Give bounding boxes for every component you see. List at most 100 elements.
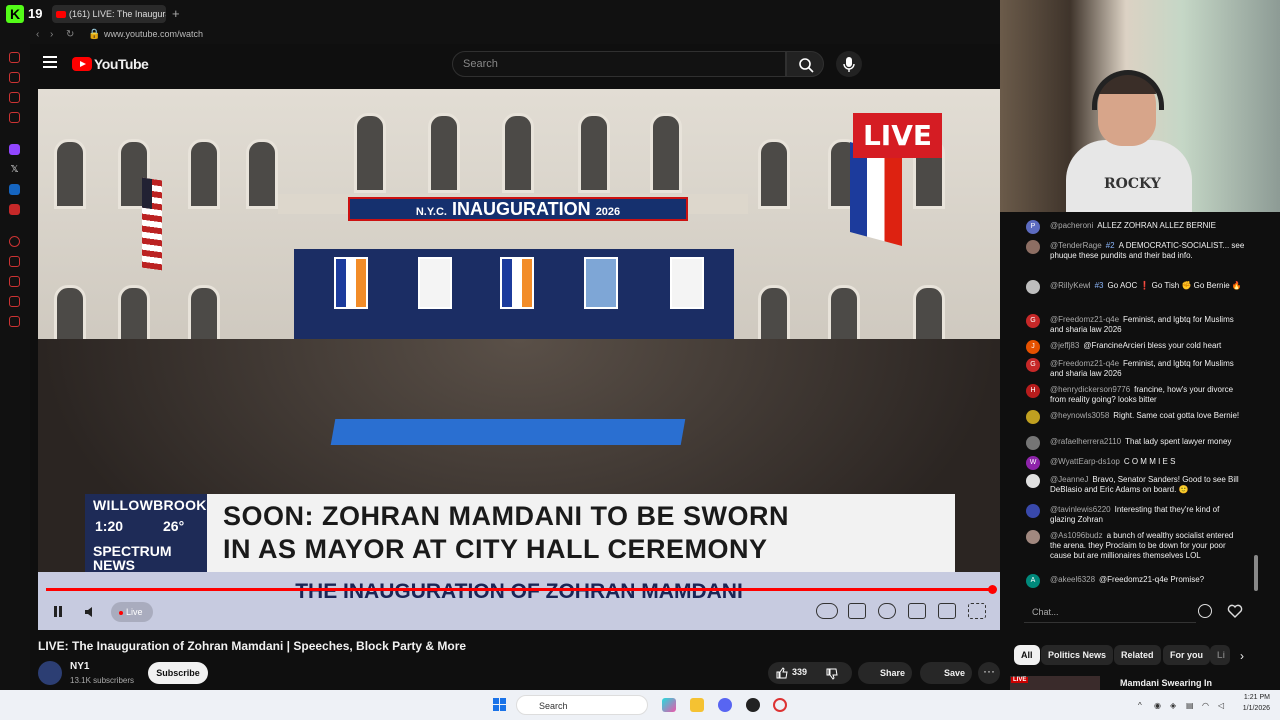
chat-avatar[interactable]: [1026, 410, 1040, 424]
emoji-icon[interactable]: [1198, 604, 1212, 618]
url-text[interactable]: www.youtube.com/watch: [104, 29, 203, 39]
new-tab-button[interactable]: +: [172, 6, 180, 21]
voice-search-button[interactable]: [836, 51, 862, 77]
tray-app-icon[interactable]: ◉: [1154, 701, 1161, 710]
clock-date[interactable]: 1/1/2026: [1236, 705, 1270, 712]
chat-username[interactable]: @akeel6328: [1050, 575, 1095, 584]
chat-avatar[interactable]: W: [1026, 456, 1040, 470]
chip-politics-news[interactable]: Politics News: [1041, 645, 1114, 665]
video-player[interactable]: N.Y.C. INAUGURATION 2026 LIVE WILLOWBROO…: [38, 89, 1000, 630]
play-icon[interactable]: [9, 236, 20, 247]
reload-icon[interactable]: ↻: [66, 29, 74, 40]
progress-scrubber[interactable]: [988, 585, 997, 594]
subscribe-button[interactable]: Subscribe: [148, 662, 208, 684]
sidebar-app-icon[interactable]: [9, 92, 20, 103]
tray-app-icon[interactable]: ◈: [1170, 701, 1176, 710]
chat-avatar[interactable]: [1026, 280, 1040, 294]
like-icon[interactable]: [776, 667, 788, 679]
sidebar-app-icon[interactable]: [9, 204, 20, 215]
forward-icon[interactable]: ›: [50, 29, 53, 40]
discord-icon[interactable]: [718, 698, 732, 712]
opera-icon[interactable]: [773, 698, 787, 712]
volume-icon[interactable]: ◁: [1218, 701, 1224, 710]
cast-button[interactable]: [938, 603, 956, 619]
chat-scrollbar[interactable]: [1254, 555, 1258, 591]
live-indicator[interactable]: Live: [111, 602, 153, 622]
browser-tab[interactable]: (161) LIVE: The Inaugurat: [52, 5, 166, 23]
copilot-icon[interactable]: [662, 698, 676, 712]
chat-username[interactable]: @pacheroni: [1050, 221, 1093, 230]
chip-live[interactable]: Li: [1210, 645, 1230, 665]
chat-username[interactable]: @Freedomz21-q4e: [1050, 359, 1119, 368]
channel-name[interactable]: NY1: [70, 661, 89, 672]
sidebar-app-icon[interactable]: [9, 184, 20, 195]
chip-all[interactable]: All: [1014, 645, 1040, 665]
sidebar-app-icon[interactable]: [9, 276, 20, 287]
progress-bar[interactable]: [46, 588, 992, 591]
tray-app-icon[interactable]: ▤: [1186, 701, 1194, 710]
chat-username[interactable]: @henrydickerson9776: [1050, 385, 1130, 394]
app-icon[interactable]: [746, 698, 760, 712]
sidebar-app-icon[interactable]: [9, 256, 20, 267]
chat-avatar[interactable]: [1026, 436, 1040, 450]
back-icon[interactable]: ‹: [36, 29, 39, 40]
chevron-right-icon[interactable]: ›: [1240, 649, 1244, 663]
recommendation-title[interactable]: Mamdani Swearing In: [1120, 678, 1212, 688]
chat-avatar[interactable]: [1026, 504, 1040, 518]
chat-avatar[interactable]: [1026, 530, 1040, 544]
twitch-icon[interactable]: [9, 144, 20, 155]
search-button[interactable]: [786, 51, 824, 77]
chat-username[interactable]: @heynowls3058: [1050, 411, 1109, 420]
save-button[interactable]: Save: [920, 662, 972, 684]
chat-input[interactable]: Chat...: [1024, 601, 1196, 623]
chat-username[interactable]: @TenderRage: [1050, 241, 1102, 250]
chat-avatar[interactable]: G: [1026, 314, 1040, 328]
chat-username[interactable]: @As1096budz: [1050, 531, 1103, 540]
chat-avatar[interactable]: A: [1026, 574, 1040, 588]
chat-username[interactable]: @RillyKewl: [1050, 281, 1091, 290]
clock-time[interactable]: 1:21 PM: [1236, 694, 1270, 701]
chat-avatar[interactable]: P: [1026, 220, 1040, 234]
taskbar-search-input[interactable]: Search: [516, 695, 648, 715]
sidebar-app-icon[interactable]: [9, 72, 20, 83]
search-input[interactable]: Search: [452, 51, 786, 77]
share-button[interactable]: Share: [858, 662, 912, 684]
chat-avatar[interactable]: G: [1026, 358, 1040, 372]
fullscreen-button[interactable]: [968, 603, 986, 619]
sidebar-app-icon[interactable]: [9, 296, 20, 307]
tray-chevron-icon[interactable]: ^: [1138, 701, 1142, 710]
chat-username[interactable]: @tavinlewis6220: [1050, 505, 1111, 514]
chat-username[interactable]: @JeanneJ: [1050, 475, 1088, 484]
kick-logo-icon[interactable]: K: [6, 5, 24, 23]
heart-icon[interactable]: [1227, 604, 1243, 618]
chat-username[interactable]: @Freedomz21-q4e: [1050, 315, 1119, 324]
chip-for-you[interactable]: For you: [1163, 645, 1210, 665]
like-count[interactable]: 339: [792, 667, 807, 677]
hamburger-menu-icon[interactable]: [43, 56, 57, 70]
dislike-icon[interactable]: [826, 668, 838, 680]
chat-avatar[interactable]: H: [1026, 384, 1040, 398]
settings-gear-icon[interactable]: [878, 603, 896, 619]
wifi-icon[interactable]: ◠: [1202, 701, 1209, 710]
windows-start-icon[interactable]: [493, 698, 507, 712]
sidebar-app-icon[interactable]: [9, 316, 20, 327]
chat-avatar[interactable]: [1026, 474, 1040, 488]
chat-username[interactable]: @rafaelherrera2110: [1050, 437, 1121, 446]
youtube-wordmark[interactable]: YouTube: [94, 56, 149, 72]
volume-button[interactable]: [80, 602, 100, 622]
chat-avatar[interactable]: [1026, 240, 1040, 254]
file-explorer-icon[interactable]: [690, 698, 704, 712]
channel-avatar[interactable]: [38, 661, 62, 685]
youtube-logo-icon[interactable]: [72, 57, 92, 71]
more-actions-button[interactable]: ···: [978, 662, 1000, 684]
chat-avatar[interactable]: J: [1026, 340, 1040, 354]
sidebar-app-icon[interactable]: [9, 112, 20, 123]
captions-button[interactable]: [848, 603, 866, 619]
chat-username[interactable]: @jeffj83: [1050, 341, 1079, 350]
autoplay-toggle[interactable]: [816, 603, 838, 619]
chip-related[interactable]: Related: [1114, 645, 1161, 665]
x-icon[interactable]: 𝕏: [9, 164, 20, 175]
sidebar-app-icon[interactable]: [9, 52, 20, 63]
miniplayer-button[interactable]: [908, 603, 926, 619]
chat-username[interactable]: @WyattEarp-ds1op: [1050, 457, 1120, 466]
